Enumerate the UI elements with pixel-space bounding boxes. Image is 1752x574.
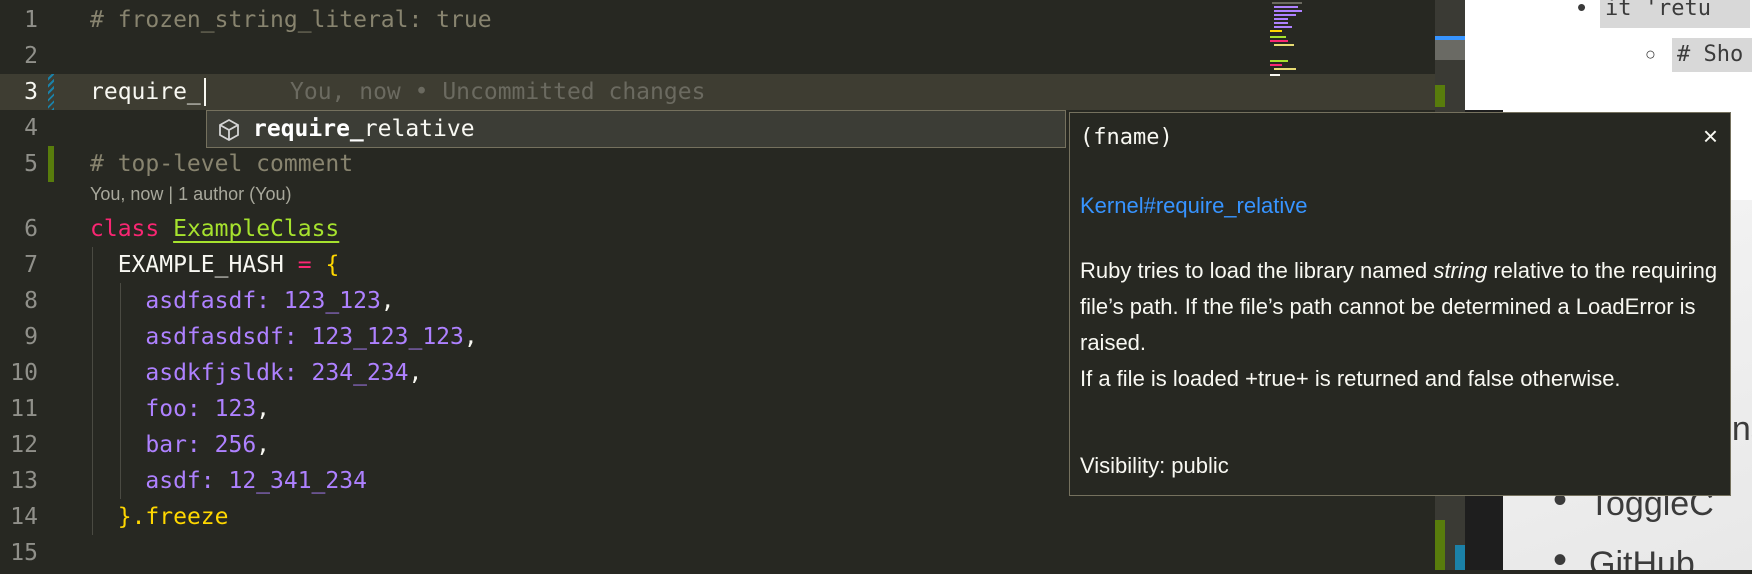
hash-entry: asdfasdf: 123_123 <box>145 288 381 314</box>
suggestion-item-require-relative[interactable]: require_relative <box>207 111 1065 147</box>
doc-emphasis: string <box>1433 258 1488 283</box>
gutter-modified-marker <box>48 74 54 110</box>
suggestion-label: require_relative <box>253 111 475 147</box>
inline-blame-text: You, now • Uncommitted changes <box>290 79 706 105</box>
line-number: 11 <box>10 396 38 422</box>
line-number: 3 <box>24 79 38 105</box>
line-number: 6 <box>24 216 38 242</box>
code-text: }.freeze <box>90 499 229 535</box>
line-number: 12 <box>10 432 38 458</box>
gutter-added-marker <box>48 146 54 182</box>
punctuation: , <box>463 324 478 350</box>
line-number: 13 <box>10 468 38 494</box>
comment-text: # frozen_string_literal: true <box>90 7 492 33</box>
completion-text: relative <box>363 116 475 142</box>
doc-paragraph: Ruby tries to load the library named str… <box>1080 253 1720 289</box>
hash-entry: asdfasdsdf: 123_123_123 <box>145 324 464 350</box>
doc-text: relative to the requiring <box>1487 258 1718 283</box>
matched-text: require_ <box>253 116 364 142</box>
autocomplete-widget[interactable]: require_relative <box>206 110 1066 148</box>
code-text: bar: 256, <box>90 427 270 463</box>
method-signature: (fname) <box>1080 125 1173 150</box>
scroll-change-marker <box>1455 545 1465 570</box>
line-number: 9 <box>24 324 38 350</box>
typed-text: require_ <box>90 79 201 105</box>
code-line[interactable]: 14 }.freeze <box>0 499 1440 535</box>
hash-entry: foo: 123 <box>145 396 257 422</box>
current-code-line[interactable]: 3 require_ You, now • Uncommitted change… <box>0 74 1440 110</box>
code-text: EXAMPLE_HASH = { <box>90 247 340 283</box>
method-call: .freeze <box>131 504 229 530</box>
doc-text: Ruby tries to load the library named <box>1080 258 1434 283</box>
punctuation: , <box>408 360 423 386</box>
code-text: asdf: 12_341_234 <box>90 463 367 499</box>
bracket: } <box>117 504 132 530</box>
bullet-circle: ○ <box>1645 44 1656 64</box>
codelens-author[interactable]: You, now | 1 author (You) <box>90 181 292 207</box>
scrollbar-thumb[interactable] <box>1435 40 1465 60</box>
comment-text: # top-level comment <box>90 151 354 177</box>
line-number: 7 <box>24 252 38 278</box>
preview-code-comment: # Sho <box>1677 42 1744 67</box>
hash-entry: asdf: 12_341_234 <box>145 468 367 494</box>
code-line[interactable]: 2 <box>0 38 1440 74</box>
code-text: asdkfjsldk: 234_234, <box>90 355 422 391</box>
class-name: ExampleClass <box>173 216 340 242</box>
hash-entry: asdkfjsldk: 234_234 <box>145 360 409 386</box>
bracket: { <box>325 252 340 278</box>
bullet: • <box>1553 538 1568 570</box>
code-text: asdfasdf: 123_123, <box>90 283 395 319</box>
code-line[interactable]: 15 <box>0 535 1440 570</box>
code-line[interactable]: 1 # frozen_string_literal: true <box>0 2 1440 38</box>
scroll-change-marker <box>1435 85 1445 107</box>
suggestion-details-panel[interactable]: (fname) × Kernel#require_relative Ruby t… <box>1069 112 1731 496</box>
line-number: 1 <box>24 7 38 33</box>
line-number: 5 <box>24 151 38 177</box>
preview-code-line: it 'retu <box>1605 0 1711 21</box>
visibility-label: Visibility: public <box>1080 453 1229 478</box>
doc-paragraph: If a file is loaded +true+ is returned a… <box>1080 366 1621 391</box>
line-number: 10 <box>10 360 38 386</box>
hash-entry: bar: 256 <box>145 432 257 458</box>
punctuation: , <box>256 396 271 422</box>
operator: = <box>297 252 312 278</box>
indent-guide <box>92 247 93 535</box>
punctuation: , <box>380 288 395 314</box>
doc-link[interactable]: Kernel#require_relative <box>1080 193 1307 219</box>
punctuation: , <box>256 432 271 458</box>
indent-guide <box>120 283 121 499</box>
line-number: 4 <box>24 115 38 141</box>
line-number: 8 <box>24 288 38 314</box>
keyword: class <box>90 216 160 242</box>
code-text: asdfasdsdf: 123_123_123, <box>90 319 478 355</box>
preview-top: • it 'retu ○ # Sho <box>1465 0 1752 110</box>
text-caret <box>204 78 206 106</box>
cube-icon <box>217 118 241 142</box>
code-text: foo: 123, <box>90 391 270 427</box>
line-number: 2 <box>24 43 38 69</box>
constant-name: EXAMPLE_HASH <box>117 252 284 278</box>
doc-paragraph: file’s path. If the file’s path cannot b… <box>1080 294 1696 355</box>
preview-list-item: GitHub <box>1589 545 1695 570</box>
line-number: 14 <box>10 504 38 530</box>
close-icon[interactable]: × <box>1703 123 1718 149</box>
doc-description: Ruby tries to load the library named str… <box>1080 253 1720 397</box>
scroll-change-marker <box>1435 520 1445 570</box>
bullet: • <box>1577 0 1587 22</box>
line-number: 15 <box>10 540 38 566</box>
code-text: class ExampleClass <box>90 211 339 247</box>
